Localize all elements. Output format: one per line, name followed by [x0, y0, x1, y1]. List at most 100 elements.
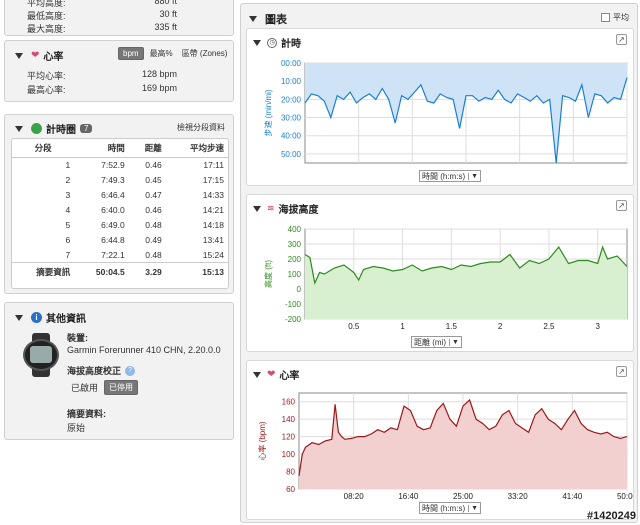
x-tick-label: 08:20: [349, 166, 370, 167]
table-row[interactable]: 1 7:52.9 0.46 17:11: [12, 158, 228, 173]
column-header: 平均步速: [165, 139, 228, 158]
info-icon: i: [31, 312, 42, 323]
collapse-toggle-icon[interactable]: [15, 314, 23, 321]
table-cell: 14:21: [202, 205, 224, 215]
heart-rate-chart-card: ❤ 心率 ↗ 160 140 120 100 80 60 08:20 16:40 25:00 33…: [246, 360, 634, 520]
laps-table: 分段 時間 距離 平均步速 1 7:52.9 0.46 17:11 2 7:49.3 0.45 17…: [12, 139, 228, 281]
table-cell: 6:46.4: [101, 190, 125, 200]
table-cell: 14:33: [202, 190, 224, 200]
x-tick-label: 2: [498, 322, 503, 331]
y-tick-label: 100: [288, 270, 302, 279]
max-percent-tab[interactable]: 最高%: [150, 48, 173, 59]
enabled-option[interactable]: 已啟用: [71, 381, 98, 394]
y-tick-label: 40:00: [281, 132, 302, 141]
collapse-toggle-icon[interactable]: [253, 371, 261, 378]
x-axis-select[interactable]: 時間 (h:m:s) ▼: [419, 502, 482, 514]
expand-icon[interactable]: ↗: [616, 366, 627, 377]
table-row[interactable]: 5 6:49.0 0.48 14:18: [12, 218, 228, 233]
collapse-toggle-icon[interactable]: [15, 52, 23, 59]
other-info-title: 其他資訊: [46, 314, 86, 325]
table-cell: 6: [65, 235, 71, 245]
y-tick-label: 00:00: [281, 59, 302, 68]
table-row[interactable]: 4 6:40.0 0.46 14:21: [12, 203, 228, 218]
clock-icon: ◷: [267, 37, 277, 48]
elevation-chart-card: ≋ 海拔高度 ↗ 400 300 200 100 0 -100 -200 0.5 1 1.5 2 2.…: [246, 194, 634, 352]
elevation-icon: ≋: [267, 203, 275, 213]
x-axis-select[interactable]: 時間 (h:m:s) ▼: [419, 170, 482, 182]
elevation-summary-panel: 平均高度: 880 ft 最低高度: 30 ft 最大高度: 335 ft: [4, 0, 234, 36]
elevation-chart: 400 300 200 100 0 -100 -200 0.5 1 1.5 2 2.5 3 高度 (ft): [263, 225, 628, 331]
summary-cell: 3.29: [145, 266, 162, 277]
table-row[interactable]: 3 6:46.4 0.47 14:33: [12, 188, 228, 203]
elevation-stat-value: 880 ft: [154, 0, 177, 6]
x-tick-label: 0.5: [348, 322, 360, 331]
avg-hr-label: 平均心率:: [27, 71, 66, 81]
laps-table-container: 分段 時間 距離 平均步速 1 7:52.9 0.46 17:11 2 7:49.3 0.45 17…: [11, 138, 229, 289]
x-axis-select[interactable]: 距離 (mi) ▼: [411, 336, 462, 348]
table-cell: 15:24: [202, 249, 224, 260]
table-row[interactable]: 2 7:49.3 0.45 17:15: [12, 173, 228, 188]
x-tick-label: 16:40: [402, 166, 423, 167]
y-tick-label: -200: [285, 315, 302, 324]
summary-row: 摘要資訊 50:04.5 3.29 15:13: [12, 262, 228, 281]
table-cell: 0.46: [145, 160, 162, 171]
dropdown-arrow-icon: ▼: [449, 338, 459, 346]
table-cell: 14:18: [202, 220, 224, 230]
table-cell: 0.46: [145, 205, 162, 215]
table-cell: 7:22.1: [101, 249, 125, 260]
pace-chart-card: ◷ 計時 ↗ 00:00 10:00 20:00 30:00 40:00 50:00 08:…: [246, 28, 634, 186]
x-tick-label: 50:00: [617, 492, 633, 499]
table-cell: 1: [65, 160, 71, 171]
summary-cell: 15:13: [202, 266, 224, 277]
summary-data-value: 原始: [67, 423, 86, 433]
pace-chart-title: 計時: [281, 39, 301, 50]
table-cell: 5: [65, 220, 71, 230]
x-tick-label: 2.5: [543, 322, 555, 331]
expand-icon[interactable]: ↗: [616, 200, 627, 211]
x-tick-label: 41:40: [562, 492, 583, 499]
laps-title: 計時圈: [46, 125, 76, 136]
collapse-toggle-icon[interactable]: [253, 205, 261, 212]
y-tick-label: 50:00: [281, 150, 302, 159]
view-splits-link[interactable]: 檢視分段資料: [177, 122, 225, 133]
table-row[interactable]: 6 6:44.8 0.49 13:41: [12, 233, 228, 248]
average-checkbox[interactable]: [601, 13, 610, 22]
summary-data-label: 摘要資料:: [67, 409, 106, 419]
max-hr-label: 最高心率:: [27, 85, 66, 95]
expand-icon[interactable]: ↗: [616, 34, 627, 45]
collapse-toggle-icon[interactable]: [249, 16, 257, 22]
heart-rate-chart-title: 心率: [279, 371, 300, 382]
x-tick-label: 08:20: [344, 492, 365, 499]
summary-cell: 50:04.5: [95, 266, 125, 277]
bpm-tab[interactable]: bpm: [118, 47, 144, 60]
y-axis-label: 高度 (ft): [263, 260, 273, 288]
x-tick-label: 1.5: [446, 322, 458, 331]
column-header: 時間: [74, 139, 129, 158]
elevation-stat-value: 335 ft: [154, 22, 177, 32]
column-header: 距離: [128, 139, 166, 158]
y-axis-label: 步速 (min/mi): [264, 89, 273, 136]
table-cell: 0.48: [145, 220, 162, 230]
x-tick-label: 41:40: [563, 166, 584, 167]
elevation-stat-row: 最低高度: 30 ft: [27, 9, 177, 22]
x-axis-label: 時間 (h:m:s): [422, 503, 466, 513]
average-label: 平均: [613, 13, 629, 22]
table-row[interactable]: 7 7:22.1 0.48 15:24: [12, 248, 228, 263]
y-tick-label: 10:00: [281, 77, 302, 86]
collapse-toggle-icon[interactable]: [253, 39, 261, 46]
table-cell: 3: [65, 190, 71, 200]
other-info-panel: i 其他資訊 裝置: Garmin Forerunner 410 CHN, 2.…: [4, 302, 234, 440]
help-icon[interactable]: ?: [125, 365, 136, 376]
column-header: 分段: [12, 139, 75, 158]
pace-chart: 00:00 10:00 20:00 30:00 40:00 50:00 08:20 16:40…: [264, 59, 633, 167]
disabled-option[interactable]: 已停用: [104, 380, 139, 395]
y-axis-label: 心率 (bpm): [257, 421, 267, 460]
elevation-stat-label: 平均高度:: [27, 0, 66, 8]
collapse-toggle-icon[interactable]: [15, 125, 23, 132]
table-cell: 0.47: [145, 190, 162, 200]
y-tick-label: 0: [297, 285, 302, 294]
avg-hr-value: 128 bpm: [141, 69, 177, 79]
table-cell: 7:52.9: [101, 160, 125, 171]
elevation-correction-label: 海拔高度校正: [67, 366, 122, 376]
zones-tab[interactable]: 區帶 (Zones): [182, 48, 228, 59]
